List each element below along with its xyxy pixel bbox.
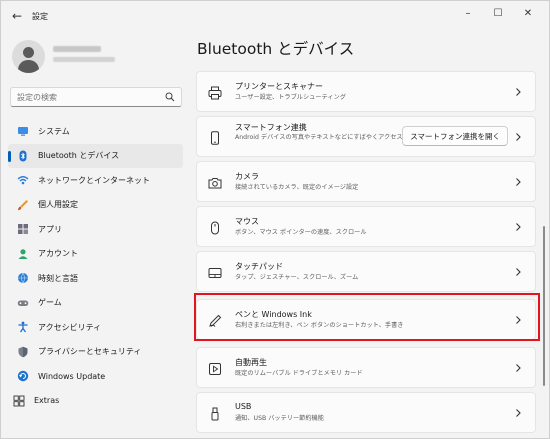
sidebar-item-label: 時刻と言語 — [38, 273, 78, 283]
camera-card[interactable]: カメラ 接続されているカメラ、既定のイメージ設定 — [196, 161, 536, 202]
accessibility-icon — [17, 321, 29, 333]
card-title: マウス — [235, 217, 259, 226]
card-title: スマートフォン連携 — [235, 123, 307, 132]
page-title: Bluetooth とデバイス — [197, 40, 355, 58]
card-title: ペンと Windows Ink — [235, 310, 312, 319]
printers-scanners-card[interactable]: プリンターとスキャナー ユーザー設定、トラブルシューティング — [196, 71, 536, 112]
chevron-right-icon — [516, 409, 521, 417]
vertical-scrollbar[interactable] — [543, 226, 545, 386]
sidebar-item-label: プライバシーとセキュリティ — [38, 347, 142, 357]
sidebar-item-label: アカウント — [38, 249, 78, 259]
window-controls: – ☐ ✕ — [453, 3, 543, 23]
card-description: 接続されているカメラ、既定のイメージ設定 — [235, 184, 359, 191]
sidebar-item-system[interactable]: システム — [8, 119, 183, 144]
close-icon[interactable]: ✕ — [513, 3, 543, 23]
settings-list: プリンターとスキャナー ユーザー設定、トラブルシューティング スマートフォン連携… — [196, 71, 536, 437]
mouse-card[interactable]: マウス ボタン、マウス ポインターの速度、スクロール — [196, 206, 536, 247]
card-description: ユーザー設定、トラブルシューティング — [235, 94, 346, 101]
avatar[interactable] — [12, 40, 45, 73]
sidebar-item-privacy[interactable]: プライバシーとセキュリティ — [8, 340, 183, 365]
maximize-icon[interactable]: ☐ — [483, 3, 513, 23]
sidebar-item-label: 個人用設定 — [38, 200, 78, 210]
card-title: タッチパッド — [235, 262, 283, 271]
sidebar-item-label: Bluetooth とデバイス — [38, 151, 120, 161]
chevron-right-icon[interactable] — [514, 131, 522, 143]
bluetooth-icon — [17, 150, 29, 162]
system-icon — [17, 125, 29, 137]
extras-icon — [13, 395, 25, 407]
search-icon[interactable] — [165, 92, 175, 102]
wifi-icon — [17, 174, 29, 186]
sidebar-item-label: ネットワークとインターネット — [38, 175, 150, 185]
sidebar-item-personalization[interactable]: 個人用設定 — [8, 193, 183, 218]
pen-icon — [208, 313, 222, 327]
phone-link-card[interactable]: スマートフォン連携 Android デバイスの写真やテキストなどにすばやくアクセ… — [196, 116, 536, 157]
globe-clock-icon — [17, 272, 29, 284]
chevron-right-icon — [516, 316, 521, 324]
autoplay-card[interactable]: 自動再生 既定のリムーバブル ドライブとメモリ カード — [196, 347, 536, 388]
mouse-icon — [208, 220, 222, 235]
card-description: ボタン、マウス ポインターの速度、スクロール — [235, 229, 367, 236]
sidebar-item-gaming[interactable]: ゲーム — [8, 291, 183, 316]
minimize-icon[interactable]: – — [453, 3, 483, 23]
card-title: 自動再生 — [235, 358, 267, 367]
card-title: プリンターとスキャナー — [235, 82, 323, 91]
pen-windows-ink-card[interactable]: ペンと Windows Ink 右利きまたは左利き、ペン ボタンのショートカット… — [196, 299, 536, 340]
card-description: 通知、USB バッテリー節約機能 — [235, 415, 324, 422]
chevron-right-icon — [516, 364, 521, 372]
sidebar-item-apps[interactable]: アプリ — [8, 217, 183, 242]
sidebar-item-label: Windows Update — [38, 371, 106, 381]
chevron-right-icon — [516, 268, 521, 276]
touchpad-icon — [208, 265, 222, 279]
sidebar-item-bluetooth[interactable]: Bluetooth とデバイス — [8, 143, 183, 168]
sidebar-item-accessibility[interactable]: アクセシビリティ — [8, 315, 183, 340]
sidebar-item-label: Extras — [34, 396, 60, 406]
sidebar-item-windows-update[interactable]: Windows Update — [8, 364, 183, 389]
back-arrow-icon[interactable]: ← — [9, 8, 25, 24]
touchpad-card[interactable]: タッチパッド タップ、ジェスチャー、スクロール、ズーム — [196, 251, 536, 292]
gamepad-icon — [17, 297, 29, 309]
settings-window: ← 設定 – ☐ ✕ システム Bluetooth — [0, 0, 550, 439]
phone-icon — [208, 130, 222, 145]
card-description: タップ、ジェスチャー、スクロール、ズーム — [235, 274, 359, 281]
user-email-redacted — [53, 57, 115, 62]
sidebar-item-extras[interactable]: Extras — [4, 389, 183, 414]
sidebar-item-label: システム — [38, 126, 70, 136]
sidebar-item-label: アプリ — [38, 224, 62, 234]
brush-icon — [17, 199, 29, 211]
card-title: カメラ — [235, 172, 259, 181]
user-name-redacted — [53, 46, 101, 52]
sidebar-item-accounts[interactable]: アカウント — [8, 242, 183, 267]
card-description: 右利きまたは左利き、ペン ボタンのショートカット、手書き — [235, 322, 404, 329]
sidebar-item-network[interactable]: ネットワークとインターネット — [8, 168, 183, 193]
shield-icon — [17, 346, 29, 358]
sidebar-item-label: ゲーム — [38, 298, 62, 308]
app-title: 設定 — [32, 11, 48, 21]
autoplay-icon — [208, 361, 222, 375]
apps-icon — [17, 223, 29, 235]
usb-icon — [208, 406, 222, 421]
search-box[interactable] — [10, 87, 182, 107]
usb-card[interactable]: USB 通知、USB バッテリー節約機能 — [196, 392, 536, 433]
update-icon — [17, 370, 29, 382]
card-title: USB — [235, 402, 252, 411]
search-input[interactable] — [11, 92, 161, 102]
card-description: 既定のリムーバブル ドライブとメモリ カード — [235, 370, 363, 377]
printer-icon — [208, 85, 222, 100]
title-bar: ← 設定 – ☐ ✕ — [1, 1, 549, 31]
sidebar-item-time-language[interactable]: 時刻と言語 — [8, 266, 183, 291]
camera-icon — [208, 175, 222, 189]
account-icon — [17, 248, 29, 260]
open-phone-link-button[interactable]: スマートフォン連携を開く — [402, 126, 508, 146]
chevron-right-icon — [516, 223, 521, 231]
chevron-right-icon — [516, 178, 521, 186]
chevron-right-icon — [516, 88, 521, 96]
sidebar-item-label: アクセシビリティ — [38, 322, 102, 332]
sidebar-nav: システム Bluetooth とデバイス ネットワークとインターネット 個人用設… — [8, 119, 183, 413]
